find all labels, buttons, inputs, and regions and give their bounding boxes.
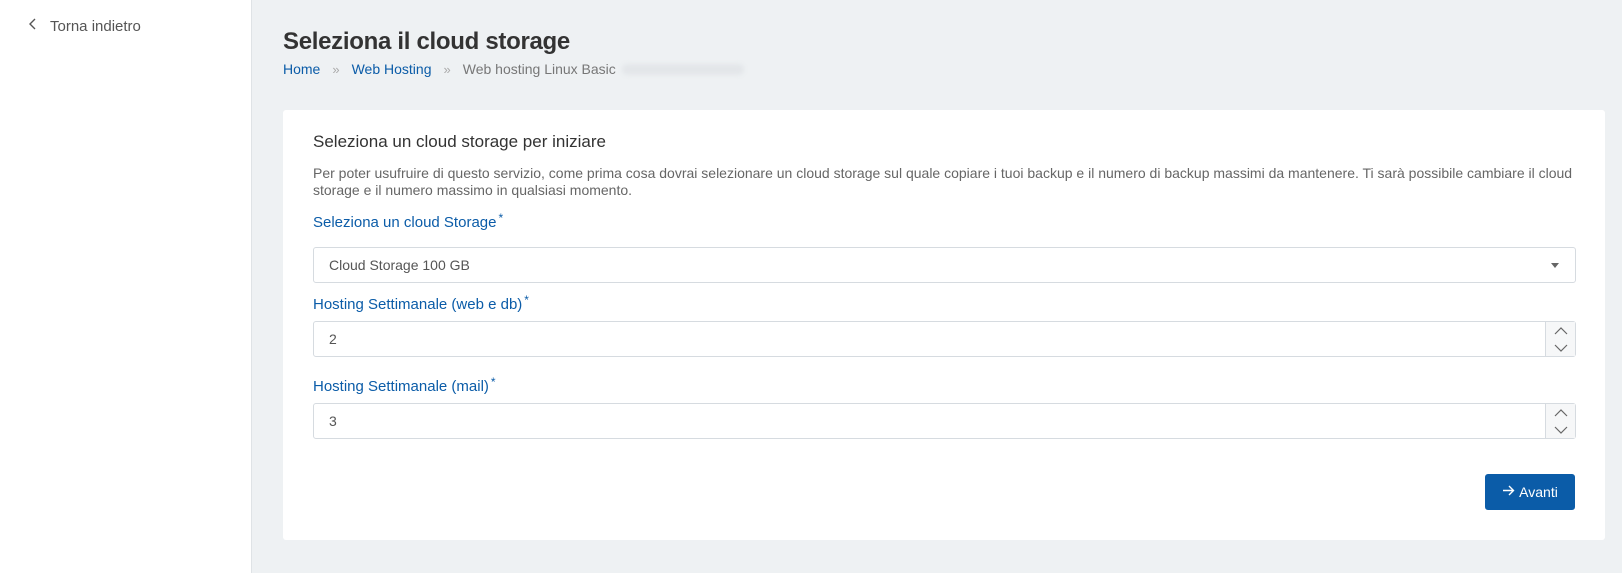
caret-down-icon — [1551, 263, 1559, 268]
weekly-web-db-spinner — [1545, 322, 1575, 356]
chevron-down-icon — [1554, 421, 1568, 439]
weekly-web-db-label: Hosting Settimanale (web e db) * — [313, 293, 529, 313]
back-link[interactable]: Torna indietro — [26, 17, 141, 35]
storage-label-text: Seleziona un cloud Storage — [313, 214, 497, 231]
setup-card: Seleziona un cloud storage per iniziare … — [283, 110, 1605, 540]
card-description: Per poter usufruire di questo servizio, … — [313, 165, 1573, 198]
storage-select-value: Cloud Storage 100 GB — [329, 257, 470, 273]
breadcrumb-home[interactable]: Home — [283, 61, 320, 77]
weekly-mail-input[interactable] — [314, 404, 1546, 438]
weekly-mail-label: Hosting Settimanale (mail) * — [313, 375, 496, 395]
increment-button[interactable] — [1546, 322, 1576, 339]
required-mark: * — [490, 375, 496, 389]
weekly-web-db-stepper — [313, 321, 1576, 357]
back-link-label: Torna indietro — [50, 17, 141, 35]
chevron-down-icon — [1554, 339, 1568, 357]
weekly-web-db-input[interactable] — [314, 322, 1546, 356]
chevron-left-icon — [26, 17, 50, 35]
chevron-up-icon — [1554, 404, 1568, 422]
breadcrumb: Home » Web Hosting » Web hosting Linux B… — [283, 61, 744, 77]
decrement-button[interactable] — [1546, 421, 1576, 438]
breadcrumb-current: Web hosting Linux Basic — [462, 61, 616, 77]
weekly-web-db-label-text: Hosting Settimanale (web e db) — [313, 296, 523, 313]
increment-button[interactable] — [1546, 404, 1576, 421]
page-title: Seleziona il cloud storage — [283, 28, 570, 55]
card-title: Seleziona un cloud storage per iniziare — [313, 132, 606, 151]
weekly-mail-label-text: Hosting Settimanale (mail) — [313, 378, 489, 395]
breadcrumb-separator: » — [332, 61, 340, 77]
breadcrumb-separator: » — [443, 61, 451, 77]
arrow-right-icon — [1502, 484, 1519, 500]
redacted-domain — [621, 63, 744, 75]
chevron-up-icon — [1554, 322, 1568, 340]
decrement-button[interactable] — [1546, 339, 1576, 356]
next-button[interactable]: Avanti — [1485, 474, 1575, 510]
main-content: Seleziona il cloud storage Home » Web Ho… — [253, 0, 1622, 573]
storage-field-label: Seleziona un cloud Storage * — [313, 211, 504, 231]
weekly-mail-stepper — [313, 403, 1576, 439]
weekly-mail-spinner — [1545, 404, 1575, 438]
storage-select[interactable]: Cloud Storage 100 GB — [313, 247, 1576, 283]
next-button-label: Avanti — [1519, 484, 1558, 500]
required-mark: * — [524, 293, 529, 307]
required-mark: * — [498, 211, 504, 225]
sidebar: Torna indietro — [0, 0, 252, 573]
breadcrumb-web-hosting[interactable]: Web Hosting — [352, 61, 432, 77]
